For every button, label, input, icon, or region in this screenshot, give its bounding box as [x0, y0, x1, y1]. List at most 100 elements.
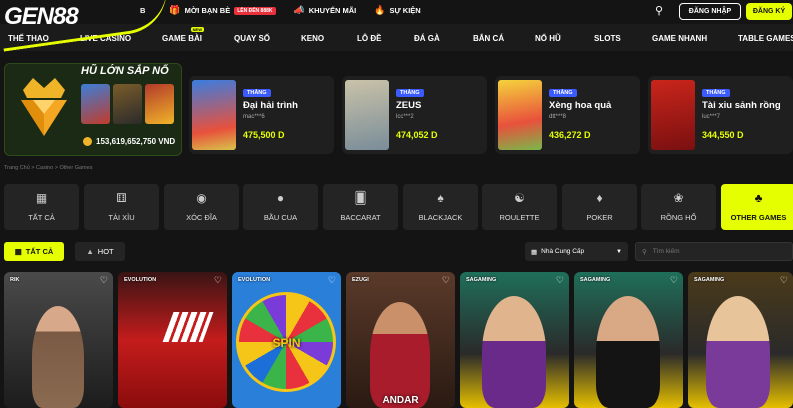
filter-all-button[interactable]: ▦ TẤT CẢ	[4, 242, 64, 261]
winner-prize: 475,500 D	[243, 130, 285, 140]
heart-icon[interactable]: ♡	[100, 275, 108, 286]
game-card[interactable]: SPIN EVOLUTION ♡	[232, 272, 341, 408]
winner-card[interactable]: THẮNG Đại hải trình mac***6 475,500 D	[189, 76, 334, 154]
heart-icon[interactable]: ♡	[670, 275, 678, 286]
search-icon[interactable]: ⚲	[652, 4, 666, 18]
game-provider: EZUGI	[352, 277, 369, 283]
winner-card[interactable]: THẮNG Xèng hoa quả dtt***8 436,272 D	[495, 76, 640, 154]
search-input[interactable]	[652, 248, 773, 255]
disc-icon: ◉	[196, 191, 207, 205]
events-label: SỰ KIỆN	[389, 6, 421, 15]
nav-item-sports[interactable]: THỂ THAO	[8, 34, 49, 43]
main-nav: THỂ THAO LIVE CASINO GAME BÀI NEW QUAY SỐ…	[0, 24, 793, 51]
events-link[interactable]: 🔥 SỰ KIỆN	[374, 5, 420, 16]
tab-all[interactable]: ▦ TẤT CẢ	[4, 184, 79, 230]
nav-item-fishing[interactable]: BẮN CÁ	[473, 34, 504, 43]
game-card[interactable]: RIK ♡	[4, 272, 113, 408]
tab-baccarat-label: BACCARAT	[340, 213, 381, 222]
logo[interactable]: GEN88	[0, 0, 173, 52]
dealer-image	[596, 296, 660, 408]
jackpot-thumb-3[interactable]	[145, 84, 174, 124]
top-link-partial[interactable]: B	[140, 5, 145, 16]
fire-icon: 🔥	[374, 5, 386, 15]
nav-item-keno[interactable]: KENO	[301, 34, 324, 43]
jackpot-thumb-1[interactable]	[81, 84, 110, 124]
provider-label: Nhà Cung Cấp	[541, 248, 585, 255]
filter-hot-button[interactable]: ▲ HOT	[75, 242, 125, 261]
promotions-label: KHUYẾN MÃI	[308, 6, 357, 15]
heart-icon[interactable]: ♡	[214, 275, 222, 286]
clubs-icon: ♣	[754, 191, 763, 205]
jackpot-amount-value: 153,619,652,750 VND	[96, 137, 176, 146]
game-card[interactable]: SAGAMING ♡	[688, 272, 793, 408]
game-card[interactable]: EZUGI ♡ ANDAR	[346, 272, 455, 408]
logo-text: GEN88	[4, 3, 79, 30]
cards-icon: 🂠	[354, 191, 367, 205]
game-provider: EVOLUTION	[124, 277, 157, 283]
winner-game-image	[651, 80, 695, 150]
tab-rong-ho[interactable]: ❀ RỒNG HỔ	[641, 184, 716, 230]
invite-friends-label: MỜI BẠN BÈ	[184, 6, 231, 15]
roulette-icon: ☯	[514, 191, 525, 205]
game-card[interactable]: SAGAMING ♡	[460, 272, 569, 408]
jackpot-amount: 153,619,652,750 VND	[83, 137, 175, 146]
nav-item-card-games[interactable]: GAME BÀI NEW	[162, 27, 204, 43]
search-box: ⚲	[635, 242, 793, 261]
winner-card[interactable]: THẮNG Tài xỉu sảnh rồng luc***7 344,550 …	[648, 76, 793, 154]
nav-item-cockfight[interactable]: ĐÁ GÀ	[414, 34, 440, 43]
nav-item-jackpot[interactable]: NỔ HŨ	[535, 34, 561, 43]
tab-bau-cua[interactable]: ● BẦU CUA	[243, 184, 318, 230]
game-card[interactable]: EVOLUTION ♡	[118, 272, 227, 408]
tab-blackjack[interactable]: ♠ BLACKJACK	[403, 184, 478, 230]
winner-card[interactable]: THẮNG ZEUS lcc***2 474,052 D	[342, 76, 487, 154]
tab-xoc-dia[interactable]: ◉ XÓC ĐĨA	[164, 184, 239, 230]
jackpot-thumb-2[interactable]	[113, 84, 142, 124]
tab-poker-label: POKER	[586, 213, 613, 222]
provider-select[interactable]: ▦ Nhà Cung Cấp ▼	[525, 242, 628, 261]
tab-other-games-label: OTHER GAMES	[730, 213, 787, 222]
jackpot-thumbs	[81, 84, 174, 124]
heart-icon[interactable]: ♡	[328, 275, 336, 286]
tab-other-games[interactable]: ♣ OTHER GAMES	[721, 184, 793, 230]
game-card[interactable]: SAGAMING ♡	[574, 272, 683, 408]
nav-item-live-casino[interactable]: LIVE CASINO	[80, 34, 131, 43]
coin-icon	[83, 137, 92, 146]
heart-icon[interactable]: ♡	[556, 275, 564, 286]
winner-user: lcc***2	[396, 114, 414, 120]
nav-item-fast-games[interactable]: GAME NHANH	[652, 34, 707, 43]
top-links: B 🎁 MỜI BẠN BÈ LÊN ĐẾN 888K 📣 KHUYẾN MÃI…	[140, 5, 421, 16]
heart-icon[interactable]: ♡	[780, 275, 788, 286]
grid-icon: ▦	[14, 247, 22, 256]
game-provider: SAGAMING	[694, 277, 725, 283]
invite-friends-link[interactable]: 🎁 MỜI BẠN BÈ LÊN ĐẾN 888K	[169, 5, 276, 16]
nav-item-slots[interactable]: SLOTS	[594, 34, 621, 43]
winner-game: Tài xỉu sảnh rồng	[702, 100, 781, 111]
tab-baccarat[interactable]: 🂠 BACCARAT	[323, 184, 398, 230]
dealer-image	[32, 306, 84, 408]
tab-blackjack-label: BLACKJACK	[418, 213, 463, 222]
nav-item-lo-de[interactable]: LÔ ĐỀ	[357, 34, 381, 43]
nav-item-table-games[interactable]: TABLE GAMES	[738, 34, 793, 43]
login-button[interactable]: ĐĂNG NHẬP	[679, 3, 741, 20]
register-button[interactable]: ĐĂNG KÝ	[746, 3, 792, 20]
promotions-link[interactable]: 📣 KHUYẾN MÃI	[294, 5, 357, 16]
tab-roulette[interactable]: ☯ ROULETTE	[482, 184, 557, 230]
winner-prize: 344,550 D	[702, 130, 744, 140]
nav-item-lottery[interactable]: QUAY SỐ	[234, 34, 270, 43]
breadcrumb[interactable]: Trang Chủ > Casino > Other Games	[4, 165, 92, 171]
tab-xoc-dia-label: XÓC ĐĨA	[186, 213, 217, 222]
winner-game-image	[192, 80, 236, 150]
tab-poker[interactable]: ♦ POKER	[562, 184, 637, 230]
winner-user: dtt***8	[549, 114, 567, 120]
poker-icon: ♦	[596, 191, 603, 205]
winner-game: ZEUS	[396, 100, 422, 111]
heart-icon[interactable]: ♡	[442, 275, 450, 286]
dragon-icon: ❀	[673, 191, 684, 205]
jackpot-banner[interactable]: HŨ LỚN SẮP NỔ 153,619,652,750 VND	[4, 63, 182, 156]
game-provider: EVOLUTION	[238, 277, 271, 283]
winner-prize: 474,052 D	[396, 130, 438, 140]
top-link-partial-label: B	[140, 6, 146, 15]
tab-tai-xiu-label: TÀI XỈU	[108, 213, 135, 222]
winner-tag: THẮNG	[396, 89, 424, 97]
tab-tai-xiu[interactable]: ⚅ TÀI XỈU	[84, 184, 159, 230]
